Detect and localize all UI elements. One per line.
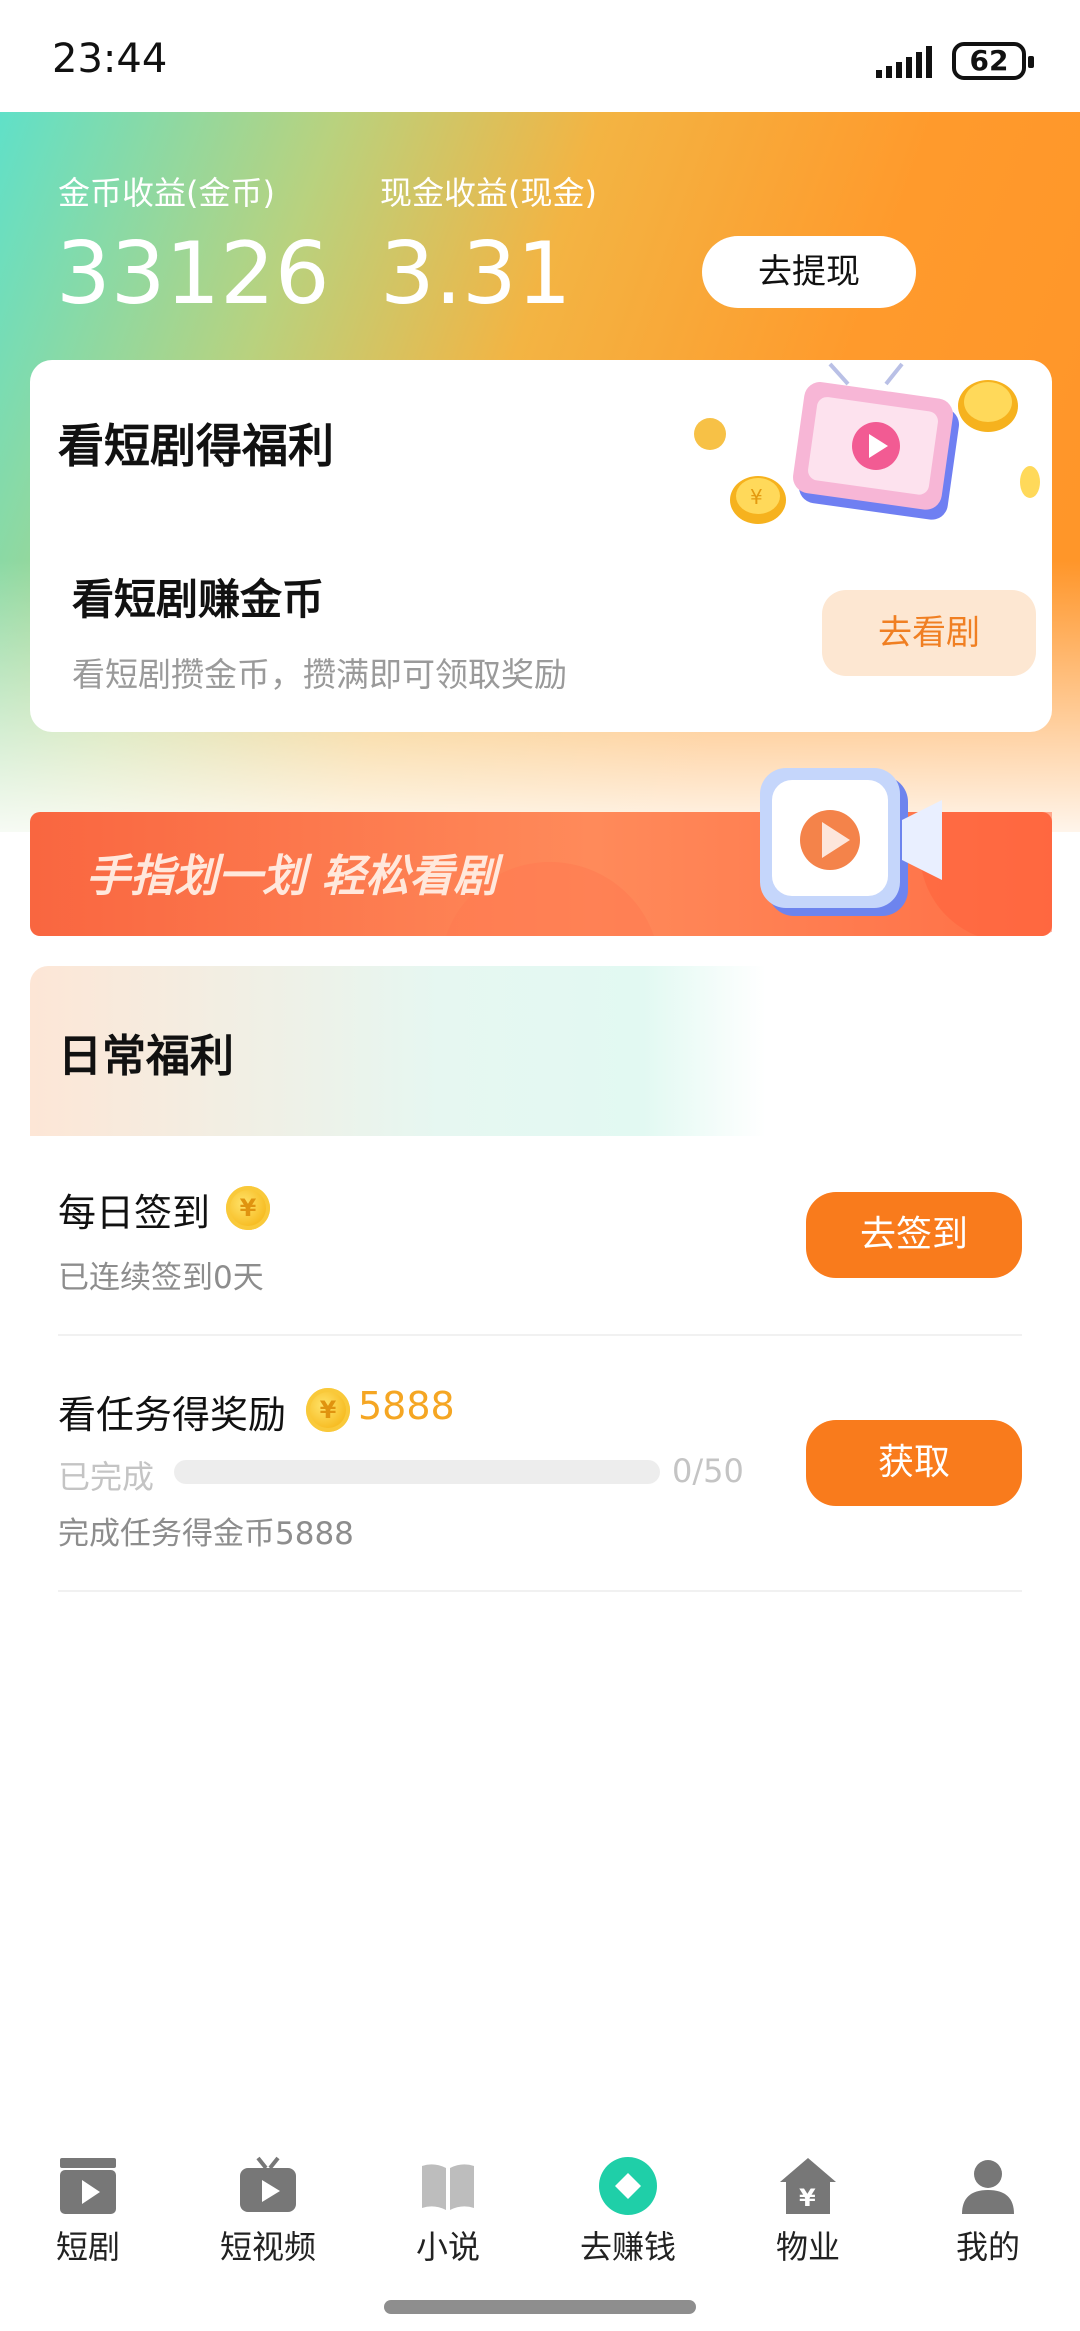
video-camera-icon (760, 768, 942, 916)
banner-text: 手指划一划 轻松看剧 (86, 851, 498, 902)
coin-icon (226, 1186, 270, 1230)
progress-count: 0/50 (672, 1452, 744, 1490)
nav-tab-novel[interactable]: 小说 (378, 2156, 518, 2268)
checkin-task-subtitle: 已连续签到0天 (58, 1260, 264, 1296)
coin-earnings-value: 33126 (56, 224, 330, 324)
tv-coins-illustration: ¥ (694, 362, 1040, 524)
tv-play-icon (240, 2156, 296, 2212)
claim-button[interactable]: 获取 (806, 1420, 1022, 1506)
diamond-coin-icon (599, 2157, 657, 2215)
coin-icon (306, 1388, 350, 1432)
book-icon (422, 2164, 474, 2210)
nav-tab-drama[interactable]: 短剧 (18, 2156, 158, 2268)
divider (58, 1334, 1022, 1336)
progress-track (174, 1460, 660, 1484)
nav-tab-short-video[interactable]: 短视频 (198, 2156, 338, 2268)
coin-earnings-label: 金币收益(金币) (58, 174, 275, 212)
daily-title: 日常福利 (58, 1031, 234, 1082)
svg-text:¥: ¥ (799, 2184, 816, 2212)
reward-amount: 5888 (358, 1384, 455, 1428)
reward-task-subtitle: 完成任务得金币5888 (58, 1516, 354, 1552)
progress-label: 已完成 (58, 1458, 155, 1496)
checkin-task-title: 每日签到 (58, 1191, 211, 1235)
nav-tab-property[interactable]: ¥ 物业 (738, 2156, 878, 2268)
nav-label: 短剧 (55, 2228, 120, 2266)
home-indicator[interactable] (384, 2300, 696, 2314)
clapper-play-icon (60, 2158, 116, 2214)
cash-earnings-label: 现金收益(现金) (380, 174, 597, 212)
cash-earnings-value: 3.31 (380, 224, 572, 324)
nav-label: 物业 (775, 2228, 840, 2266)
nav-label: 去赚钱 (579, 2228, 676, 2266)
battery-indicator: 62 (952, 42, 1034, 80)
person-icon (962, 2160, 1014, 2214)
watch-drama-task-desc: 看短剧攒金币，攒满即可领取奖励 (72, 655, 567, 694)
nav-tab-earn[interactable]: 去赚钱 (558, 2156, 698, 2268)
nav-label: 小说 (415, 2228, 480, 2266)
reward-task-title: 看任务得奖励 (58, 1393, 287, 1437)
withdraw-button[interactable]: 去提现 (702, 236, 916, 308)
watch-drama-button[interactable]: 去看剧 (822, 590, 1036, 676)
house-yen-icon: ¥ (780, 2158, 836, 2214)
checkin-button[interactable]: 去签到 (806, 1192, 1022, 1278)
status-time: 23:44 (52, 36, 168, 82)
nav-label: 短视频 (219, 2228, 316, 2266)
watch-drama-task-title: 看短剧赚金币 (72, 575, 325, 624)
card-title: 看短剧得福利 (58, 419, 334, 473)
nav-tab-me[interactable]: 我的 (918, 2156, 1058, 2268)
svg-text:¥: ¥ (750, 485, 763, 509)
divider (58, 1590, 1022, 1592)
signal-icon (876, 46, 932, 78)
nav-label: 我的 (955, 2228, 1020, 2266)
